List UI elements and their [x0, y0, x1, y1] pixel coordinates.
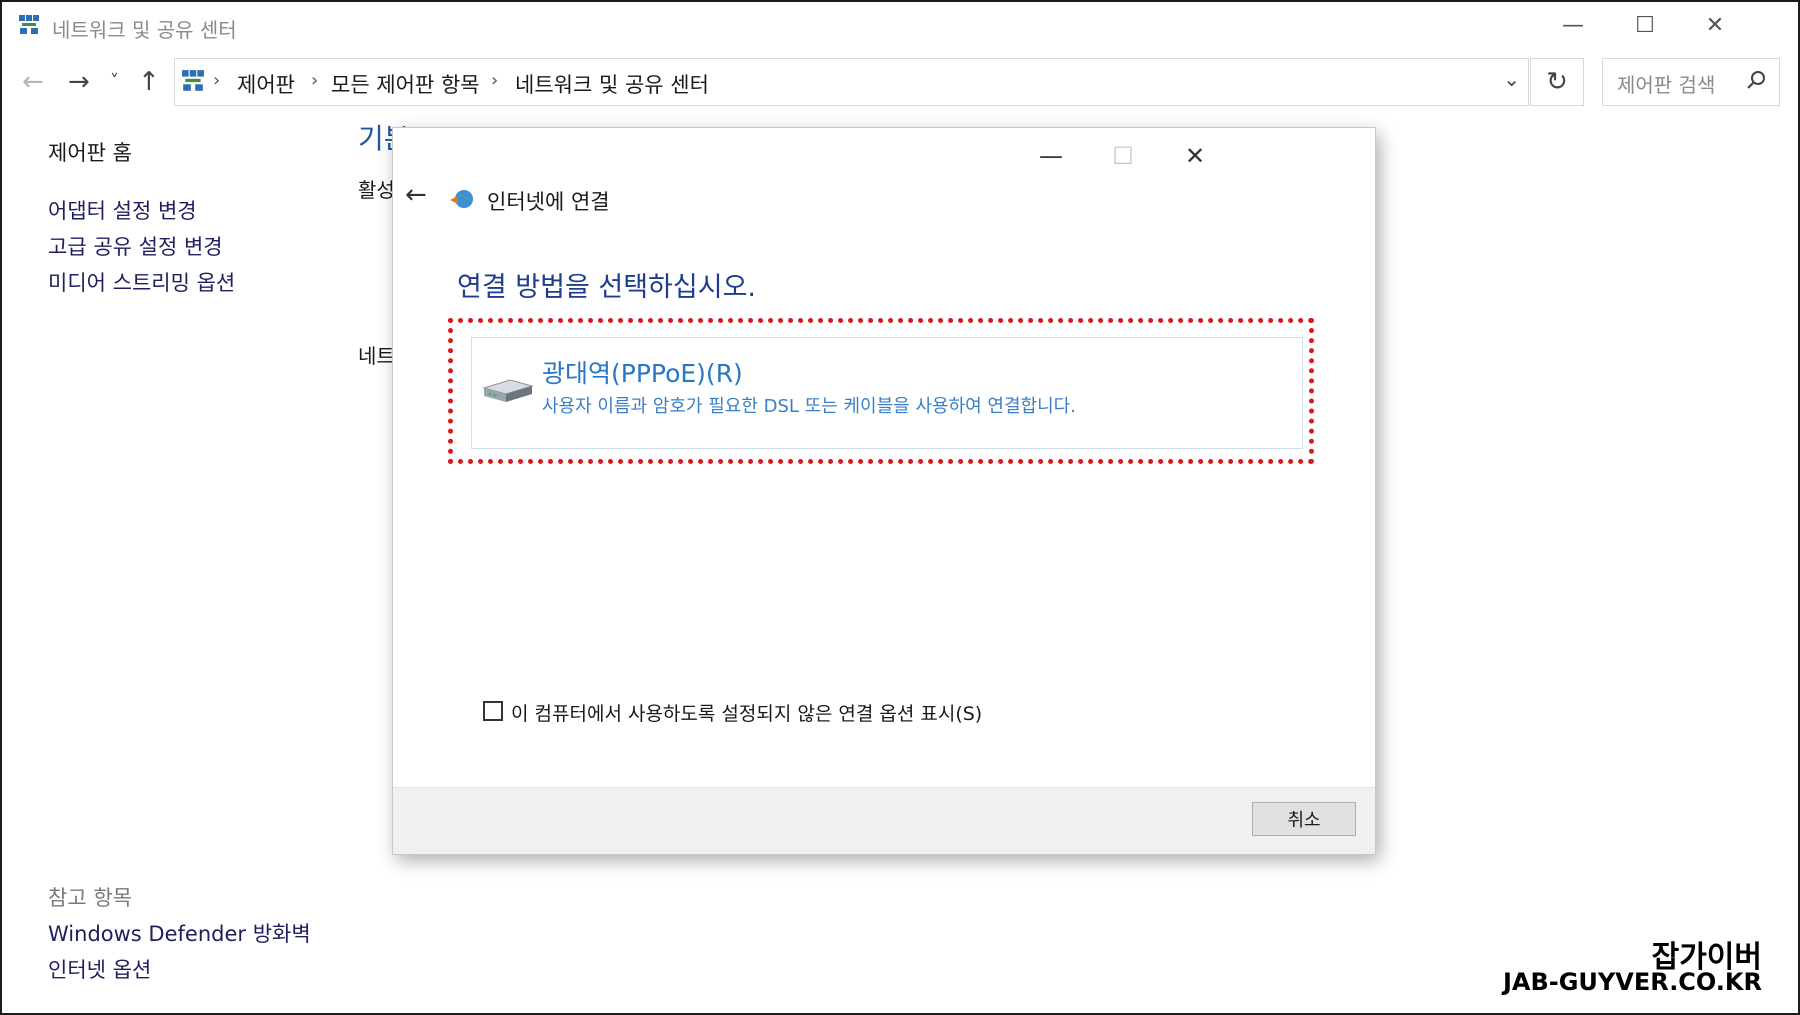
search-icon[interactable]	[1745, 69, 1767, 91]
search-input[interactable]: 제어판 검색	[1602, 58, 1780, 106]
modem-icon	[482, 379, 534, 402]
dialog-back-button[interactable]: ←	[405, 180, 427, 210]
dialog-footer: 취소	[393, 787, 1375, 854]
breadcrumb-separator: ›	[311, 70, 319, 91]
address-dropdown-button[interactable]: ⌄	[1503, 67, 1520, 91]
see-also-heading: 참고 항목	[48, 886, 132, 910]
forward-button[interactable]: →	[68, 69, 90, 95]
recent-locations-button[interactable]: ˅	[110, 73, 119, 91]
checkbox-label[interactable]: 이 컴퓨터에서 사용하도록 설정되지 않은 연결 옵션 표시(S)	[511, 699, 982, 726]
watermark-url: JAB-GUYVER.CO.KR	[1502, 968, 1762, 996]
sidebar-item-advanced-sharing[interactable]: 고급 공유 설정 변경	[48, 231, 223, 261]
sidebar-item-adapter-settings[interactable]: 어댑터 설정 변경	[48, 195, 197, 225]
show-unavailable-options-checkbox[interactable]	[483, 701, 503, 721]
back-button[interactable]: ←	[22, 69, 44, 95]
network-settings-label: 네트	[358, 344, 395, 368]
breadcrumb-network-center[interactable]: 네트워크 및 공유 센터	[515, 69, 709, 99]
window-title: 네트워크 및 공유 센터	[52, 18, 237, 42]
breadcrumb-separator: ›	[491, 70, 499, 91]
dialog-title: 인터넷에 연결	[487, 190, 610, 214]
breadcrumb-all-items[interactable]: 모든 제어판 항목	[331, 69, 480, 99]
network-icon	[182, 70, 204, 91]
option-description: 사용자 이름과 암호가 필요한 DSL 또는 케이블을 사용하여 연결합니다.	[542, 396, 1076, 417]
cancel-button[interactable]: 취소	[1252, 802, 1356, 836]
maximize-button[interactable]: ☐	[1610, 2, 1680, 48]
sidebar-item-media-streaming[interactable]: 미디어 스트리밍 옵션	[48, 267, 235, 297]
breadcrumb-control-panel[interactable]: 제어판	[237, 69, 295, 99]
see-also-firewall-link[interactable]: Windows Defender 방화벽	[48, 918, 311, 948]
dialog-heading: 연결 방법을 선택하십시오.	[457, 272, 756, 303]
active-networks-label: 활성	[358, 178, 395, 202]
breadcrumb-separator: ›	[213, 70, 221, 91]
sidebar-home-link[interactable]: 제어판 홈	[48, 137, 132, 167]
internet-globe-icon	[450, 190, 473, 208]
address-bar[interactable]: › 제어판 › 모든 제어판 항목 › 네트워크 및 공유 센터 ⌄	[174, 58, 1529, 106]
connect-to-internet-dialog: — ☐ ✕ ← 인터넷에 연결 연결 방법을 선택하십시오. 광대역(PPPoE…	[393, 128, 1375, 854]
refresh-button[interactable]: ↻	[1530, 58, 1584, 106]
navigation-bar: ← → ˅ ↑ › 제어판 › 모든 제어판 항목 › 네트워크 및 공유 센터…	[2, 55, 1798, 111]
title-bar: 네트워크 및 공유 센터 — ☐ ✕	[2, 2, 1798, 48]
network-icon	[19, 15, 39, 34]
option-title: 광대역(PPPoE)(R)	[542, 359, 743, 388]
dialog-minimize-button[interactable]: —	[1021, 136, 1081, 176]
dialog-close-button[interactable]: ✕	[1165, 136, 1225, 176]
search-placeholder: 제어판 검색	[1617, 73, 1716, 97]
broadband-pppoe-option[interactable]: 광대역(PPPoE)(R) 사용자 이름과 암호가 필요한 DSL 또는 케이블…	[471, 337, 1303, 449]
dialog-maximize-button: ☐	[1112, 142, 1134, 170]
up-button[interactable]: ↑	[138, 69, 160, 95]
close-button[interactable]: ✕	[1680, 2, 1750, 48]
see-also-internet-options-link[interactable]: 인터넷 옵션	[48, 954, 151, 984]
minimize-button[interactable]: —	[1538, 2, 1608, 48]
